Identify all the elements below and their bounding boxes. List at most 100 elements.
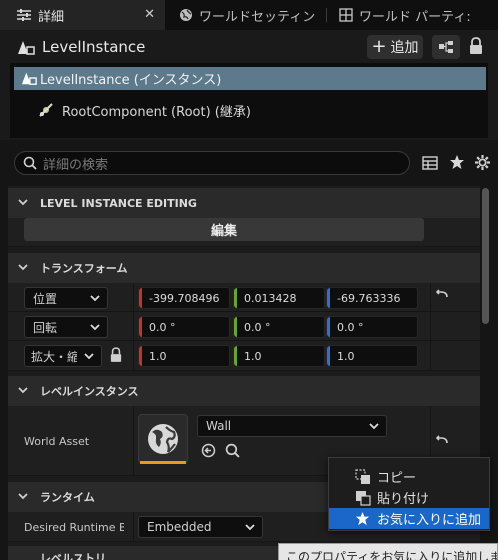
details-icon <box>16 8 32 22</box>
category-level-instance[interactable]: レベルインスタンス <box>8 376 480 406</box>
y-axis-bar <box>234 288 237 308</box>
location-y-value: 0.013428 <box>244 291 297 305</box>
rotation-mode-dropdown[interactable]: 回転 <box>24 316 108 338</box>
column-divider <box>133 406 134 475</box>
menu-item-paste[interactable]: 貼り付け <box>329 487 489 508</box>
location-z-field[interactable]: -69.763336 <box>326 287 418 309</box>
x-axis-bar <box>139 288 142 308</box>
copy-icon <box>355 469 371 485</box>
world-globe-icon <box>146 422 180 456</box>
rotation-y-value: 0.0 ° <box>244 320 271 334</box>
world-asset-label: World Asset <box>24 435 90 448</box>
y-axis-bar <box>234 317 237 337</box>
rotation-x-field[interactable]: 0.0 ° <box>138 316 230 338</box>
scale-lock-icon[interactable] <box>110 347 122 363</box>
globe-icon <box>179 8 193 22</box>
table-view-icon[interactable] <box>422 156 438 170</box>
tab-label: 詳細 <box>38 9 65 25</box>
menu-item-add-favorite[interactable]: お気に入りに追加 <box>329 508 489 529</box>
scale-z-field[interactable]: 1.0 <box>326 345 418 367</box>
scale-x-value: 1.0 <box>149 349 167 363</box>
location-y-field[interactable]: 0.013428 <box>233 287 325 309</box>
category-title: レベルインスタンス <box>40 385 139 398</box>
tab-details[interactable]: 詳細 ✕ <box>0 0 165 30</box>
rotation-y-field[interactable]: 0.0 ° <box>233 316 325 338</box>
world-asset-picker[interactable]: Wall <box>197 415 387 437</box>
category-transform[interactable]: トランスフォーム <box>8 253 480 283</box>
column-divider <box>430 312 431 340</box>
column-divider <box>133 283 134 311</box>
star-icon[interactable] <box>449 154 465 170</box>
plus-icon: + <box>371 36 387 57</box>
asset-thumbnail[interactable] <box>138 414 188 464</box>
add-button-label: 追加 <box>390 40 419 56</box>
tab-world-partition[interactable]: ワールド パーティ: <box>327 0 498 30</box>
tooltip: このプロパティをお気に入りに追加します。 <box>278 543 498 560</box>
use-selected-asset-icon[interactable] <box>201 443 216 458</box>
chevron-down-icon <box>18 264 28 271</box>
y-axis-bar <box>234 346 237 366</box>
scale-y-value: 1.0 <box>244 349 262 363</box>
search-icon <box>23 156 37 170</box>
scale-x-field[interactable]: 1.0 <box>138 345 230 367</box>
edit-button[interactable]: 編集 <box>24 218 424 241</box>
category-title: ランタイム <box>40 491 95 504</box>
z-axis-bar <box>327 346 330 366</box>
browse-asset-search-icon[interactable] <box>225 443 240 458</box>
reset-to-default-icon[interactable] <box>435 435 449 447</box>
tab-bar: 詳細 ✕ ワールドセッティン ワールド パーティ: <box>0 0 498 30</box>
tab-world-settings[interactable]: ワールドセッティン <box>165 0 325 30</box>
desired-runtime-value: Embedded <box>147 520 212 534</box>
details-scrollbar-thumb[interactable] <box>482 188 489 324</box>
x-axis-bar <box>139 317 142 337</box>
location-mode-dropdown[interactable]: 位置 <box>24 287 108 309</box>
rotation-z-value: 0.0 ° <box>337 320 364 334</box>
chevron-down-icon <box>18 387 28 394</box>
x-axis-bar <box>139 346 142 366</box>
chevron-down-icon <box>84 353 94 360</box>
category-title: トランスフォーム <box>40 262 128 275</box>
menu-item-label: お気に入りに追加 <box>377 513 482 528</box>
actor-name: LevelInstance <box>42 38 146 56</box>
column-divider <box>430 283 431 311</box>
chevron-down-icon <box>18 199 28 206</box>
thumbnail-asset-color-bar <box>140 461 186 464</box>
location-x-field[interactable]: -399.708496 <box>138 287 230 309</box>
paste-icon <box>355 490 371 506</box>
chevron-down-icon <box>90 295 100 302</box>
tab-label: ワールドセッティン <box>199 9 316 25</box>
desired-runtime-dropdown[interactable]: Embedded <box>138 516 263 538</box>
component-label: RootComponent (Root) (継承) <box>62 104 251 120</box>
world-asset-value: Wall <box>206 419 232 433</box>
location-x-value: -399.708496 <box>149 291 220 305</box>
component-item-root[interactable]: RootComponent (Root) (継承) <box>38 100 251 120</box>
scale-y-field[interactable]: 1.0 <box>233 345 325 367</box>
level-instance-icon <box>16 38 36 56</box>
scale-z-value: 1.0 <box>337 349 355 363</box>
component-item-level-instance[interactable]: LevelInstance (インスタンス) <box>14 67 486 90</box>
lock-icon[interactable] <box>469 37 483 55</box>
blueprint-button[interactable] <box>432 35 460 59</box>
close-icon[interactable]: ✕ <box>144 7 155 22</box>
context-menu: コピー 貼り付け お気に入りに追加 <box>328 457 490 531</box>
scale-mode-dropdown[interactable]: 拡大・縮小 <box>24 345 102 367</box>
rotation-label: 回転 <box>33 320 58 335</box>
add-component-button[interactable]: + 追加 <box>367 35 423 59</box>
level-instance-icon <box>20 70 38 86</box>
reset-to-default-icon[interactable] <box>435 289 449 301</box>
location-label: 位置 <box>33 291 58 306</box>
rotation-x-value: 0.0 ° <box>149 320 176 334</box>
partition-icon <box>339 8 353 22</box>
search-input[interactable]: 詳細の検索 <box>14 151 410 175</box>
column-divider <box>430 341 431 370</box>
menu-item-copy[interactable]: コピー <box>329 466 489 487</box>
category-level-instance-editing[interactable]: LEVEL INSTANCE EDITING <box>8 188 480 218</box>
blueprint-icon <box>438 40 454 54</box>
search-placeholder: 詳細の検索 <box>43 157 109 173</box>
settings-gear-icon[interactable] <box>474 154 491 171</box>
rotation-z-field[interactable]: 0.0 ° <box>326 316 418 338</box>
chevron-down-icon <box>18 493 28 500</box>
scale-label: 拡大・縮小 <box>31 349 77 364</box>
scene-component-icon <box>38 102 54 118</box>
menu-item-label: 貼り付け <box>377 492 430 507</box>
